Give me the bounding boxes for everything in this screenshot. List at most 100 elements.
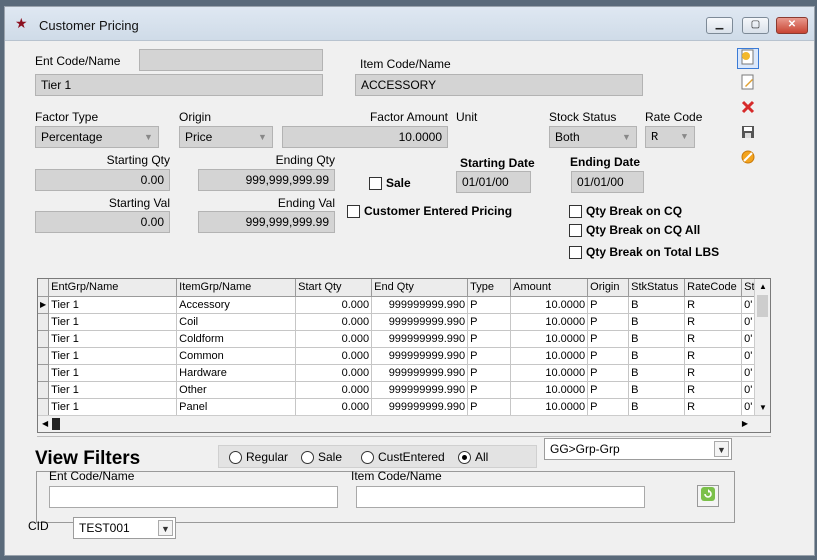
table-cell[interactable]: P	[587, 296, 630, 314]
new-record-button[interactable]	[737, 48, 759, 69]
refresh-button[interactable]	[697, 485, 719, 507]
radio-sale[interactable]: Sale	[301, 450, 342, 464]
ent-code-field[interactable]	[139, 49, 323, 71]
table-cell[interactable]: R	[684, 381, 743, 399]
row-selector[interactable]	[38, 313, 50, 331]
save-button[interactable]	[737, 123, 759, 144]
row-selector[interactable]	[38, 381, 50, 399]
edit-button[interactable]	[737, 73, 759, 94]
radio-all[interactable]: All	[458, 450, 488, 464]
customer-entered-pricing-checkbox[interactable]: Customer Entered Pricing	[347, 204, 512, 218]
table-cell[interactable]: B	[628, 296, 686, 314]
table-cell[interactable]: P	[467, 347, 512, 365]
radio-cust-entered[interactable]: CustEntered	[361, 450, 445, 464]
table-cell[interactable]: Panel	[176, 398, 297, 416]
scroll-thumb[interactable]	[757, 295, 768, 317]
row-selector[interactable]	[38, 364, 50, 382]
table-cell[interactable]: 0.000	[295, 296, 373, 314]
col-header[interactable]: RateCode	[684, 279, 743, 297]
table-cell[interactable]: Tier 1	[48, 398, 178, 416]
table-cell[interactable]: P	[467, 296, 512, 314]
radio-regular[interactable]: Regular	[229, 450, 288, 464]
table-cell[interactable]: Tier 1	[48, 296, 178, 314]
table-cell[interactable]: 999999999.990	[371, 381, 469, 399]
table-cell[interactable]: Coil	[176, 313, 297, 331]
table-row[interactable]: Tier 1 Coldform 0.000 999999999.990 P 10.0000…	[38, 330, 758, 348]
table-cell[interactable]: R	[684, 330, 743, 348]
table-cell[interactable]: 0.000	[295, 347, 373, 365]
table-cell[interactable]: B	[628, 381, 686, 399]
table-cell[interactable]: 0.000	[295, 313, 373, 331]
ending-date-field[interactable]: 01/01/00	[571, 171, 644, 193]
starting-date-field[interactable]: 01/01/00	[456, 171, 531, 193]
table-cell[interactable]: P	[587, 313, 630, 331]
cancel-button[interactable]	[737, 148, 759, 169]
rate-code-select[interactable]: R ▼	[645, 126, 695, 148]
table-cell[interactable]: R	[684, 296, 743, 314]
stock-status-select[interactable]: Both ▼	[549, 126, 637, 148]
table-cell[interactable]: B	[628, 347, 686, 365]
scroll-down-icon[interactable]: ▼	[759, 403, 767, 413]
scroll-thumb-horizontal[interactable]	[52, 418, 60, 430]
delete-button[interactable]	[737, 98, 759, 119]
table-cell[interactable]: P	[587, 330, 630, 348]
table-cell[interactable]: Accessory	[176, 296, 297, 314]
table-cell[interactable]: P	[467, 313, 512, 331]
scroll-left-icon[interactable]: ◀	[42, 419, 48, 429]
table-cell[interactable]: 0.000	[295, 398, 373, 416]
table-row[interactable]: ▶ Tier 1 Accessory 0.000 999999999.990 P 10.00…	[38, 296, 758, 314]
table-cell[interactable]: R	[684, 347, 743, 365]
table-cell[interactable]: Tier 1	[48, 364, 178, 382]
origin-select[interactable]: Price ▼	[179, 126, 273, 148]
table-cell[interactable]: P	[467, 398, 512, 416]
col-header[interactable]: End Qty	[371, 279, 469, 297]
table-cell[interactable]: P	[467, 381, 512, 399]
table-cell[interactable]: P	[587, 381, 630, 399]
table-cell[interactable]: 999999999.990	[371, 347, 469, 365]
table-cell[interactable]: 10.0000	[510, 364, 589, 382]
table-cell[interactable]: P	[587, 398, 630, 416]
ending-val-field[interactable]: 999,999,999.99	[198, 211, 335, 233]
table-cell[interactable]: Other	[176, 381, 297, 399]
table-row[interactable]: Tier 1 Other 0.000 999999999.990 P 10.0000 P B R…	[38, 381, 758, 399]
table-cell[interactable]: 10.0000	[510, 296, 589, 314]
starting-qty-field[interactable]: 0.00	[35, 169, 170, 191]
qty-break-cq-all-checkbox[interactable]: Qty Break on CQ All	[569, 223, 700, 237]
table-cell[interactable]: 0.000	[295, 364, 373, 382]
table-cell[interactable]: P	[467, 364, 512, 382]
table-cell[interactable]: P	[587, 347, 630, 365]
row-selector[interactable]	[38, 398, 50, 416]
current-row-indicator-icon[interactable]: ▶	[38, 296, 50, 314]
col-header[interactable]: Amount	[510, 279, 589, 297]
table-cell[interactable]: R	[684, 398, 743, 416]
factor-amount-field[interactable]: 10.0000	[282, 126, 448, 148]
table-cell[interactable]: Coldform	[176, 330, 297, 348]
grid-vertical-scrollbar[interactable]: ▲ ▼	[754, 279, 770, 416]
table-row[interactable]: Tier 1 Hardware 0.000 999999999.990 P 10.0000…	[38, 364, 758, 382]
table-cell[interactable]: P	[587, 364, 630, 382]
table-row[interactable]: Tier 1 Panel 0.000 999999999.990 P 10.0000 P B R…	[38, 398, 758, 416]
table-cell[interactable]: Common	[176, 347, 297, 365]
filter-item-code-input[interactable]	[356, 486, 645, 508]
item-code-field[interactable]: ACCESSORY	[355, 74, 643, 96]
table-cell[interactable]: Hardware	[176, 364, 297, 382]
table-cell[interactable]: Tier 1	[48, 330, 178, 348]
filter-ent-code-input[interactable]	[49, 486, 338, 508]
table-cell[interactable]: 0.000	[295, 330, 373, 348]
col-header[interactable]: EntGrp/Name	[48, 279, 178, 297]
table-cell[interactable]: 0.000	[295, 381, 373, 399]
ent-name-field[interactable]: Tier 1	[35, 74, 323, 96]
table-cell[interactable]: Tier 1	[48, 347, 178, 365]
table-cell[interactable]: 10.0000	[510, 398, 589, 416]
factor-type-select[interactable]: Percentage ▼	[35, 126, 159, 148]
col-header[interactable]: Type	[467, 279, 512, 297]
table-row[interactable]: Tier 1 Coil 0.000 999999999.990 P 10.0000 P B R 0…	[38, 313, 758, 331]
minimize-button[interactable]: ▁	[706, 17, 733, 34]
grid-horizontal-scrollbar[interactable]: ◀ ▶	[38, 415, 770, 432]
close-button[interactable]: ✕	[776, 17, 808, 34]
table-cell[interactable]: 999999999.990	[371, 398, 469, 416]
group-filter-select[interactable]: GG>Grp-Grp ▼	[544, 438, 732, 460]
starting-val-field[interactable]: 0.00	[35, 211, 170, 233]
cid-select[interactable]: TEST001 ▼	[73, 517, 176, 539]
table-cell[interactable]: B	[628, 364, 686, 382]
